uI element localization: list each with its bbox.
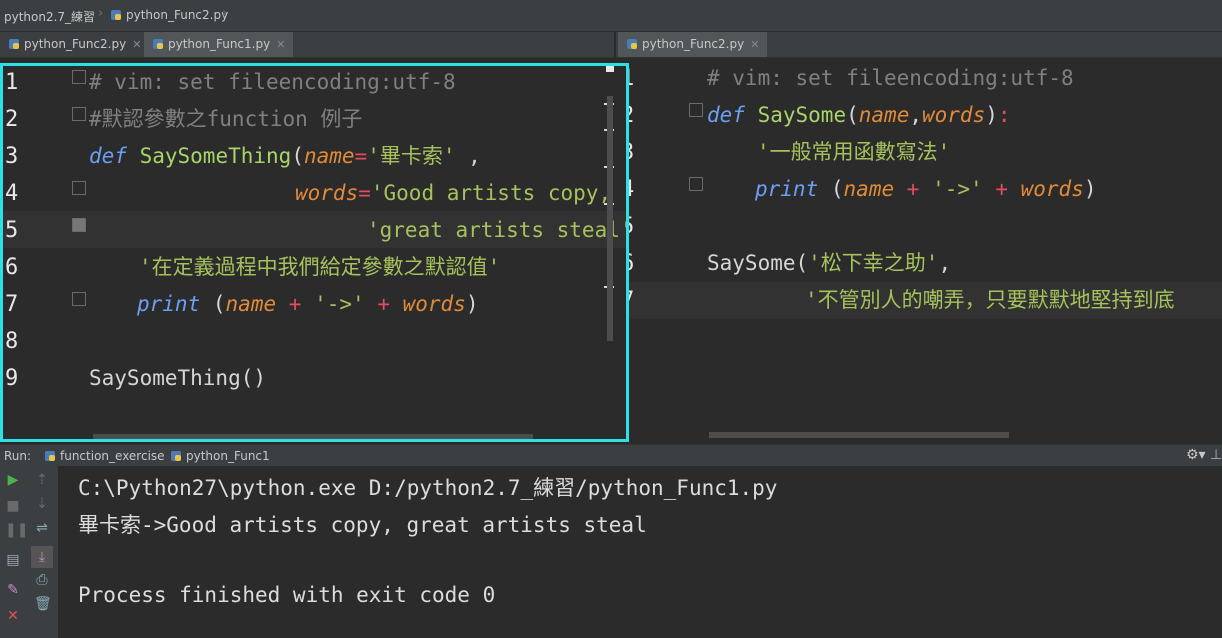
- python-file-icon: [9, 39, 19, 49]
- python-file-icon: [627, 39, 637, 49]
- python-file-icon: [45, 451, 55, 461]
- code-line: SaySomeThing(): [89, 366, 267, 390]
- inspection-indicator[interactable]: [606, 66, 614, 72]
- code-line: words='Good artists copy, ': [295, 181, 629, 205]
- code-line: # vim: set fileencoding:utf-8: [89, 70, 456, 94]
- close-icon[interactable]: ✕: [276, 38, 285, 51]
- line-number: 1: [629, 66, 634, 91]
- pin-icon[interactable]: ✎: [5, 582, 21, 598]
- line-number: 7: [5, 292, 19, 317]
- breadcrumb-file[interactable]: python_Func2.py: [110, 8, 228, 22]
- python-file-icon: [153, 39, 163, 49]
- tab-python-func1[interactable]: python_Func1.py ✕: [144, 32, 294, 57]
- line-number: 3: [629, 140, 634, 165]
- fold-marker-icon[interactable]: [72, 107, 86, 121]
- line-number: 6: [5, 255, 19, 280]
- arrow-down-icon[interactable]: ⇣: [34, 496, 50, 512]
- soft-wrap-icon[interactable]: ⇌: [34, 520, 50, 536]
- line-number: 8: [5, 329, 19, 354]
- horizontal-scrollbar[interactable]: [709, 432, 1009, 438]
- line-number: 7: [629, 288, 634, 313]
- code-line: # vim: set fileencoding:utf-8: [707, 66, 1074, 90]
- console-line: Process finished with exit code 0: [78, 583, 496, 607]
- fold-marker-icon[interactable]: [72, 218, 86, 232]
- tab-python-func2[interactable]: python_Func2.py ✕: [0, 32, 149, 57]
- fold-marker-icon[interactable]: [72, 70, 86, 84]
- python-file-icon: [111, 10, 121, 20]
- close-icon[interactable]: ✕: [5, 608, 21, 624]
- breadcrumb: python2.7_練習 › python_Func2.py ›: [0, 0, 1222, 32]
- minimize-icon[interactable]: ⊥: [1210, 447, 1222, 463]
- line-number: 4: [5, 181, 19, 206]
- right-tab-bar: python_Func2.py ✕: [616, 32, 1222, 58]
- close-icon[interactable]: ✕: [132, 38, 141, 51]
- code-line: '不管別人的嘲弄，只要默默地堅持到底: [805, 288, 1175, 312]
- pause-icon[interactable]: ❚❚: [5, 522, 28, 538]
- line-number: 2: [629, 103, 634, 128]
- layout-icon[interactable]: ▤: [5, 552, 21, 568]
- run-toolbar-left: ▶ ■ ❚❚ ▤ ✎ ✕: [0, 466, 28, 638]
- fold-marker-icon[interactable]: [72, 181, 86, 195]
- line-number: 9: [5, 366, 19, 391]
- run-console[interactable]: C:\Python27\python.exe D:/python2.7_練習/p…: [58, 466, 1222, 638]
- line-number: 5: [5, 218, 19, 243]
- line-number: 6: [629, 251, 634, 276]
- play-icon[interactable]: ▶: [5, 472, 21, 488]
- code-line: def SaySomeThing(name='畢卡索' ,: [89, 144, 481, 168]
- line-number: 4: [629, 177, 634, 202]
- code-line: 'great artists steal': [367, 218, 629, 242]
- breadcrumb-project[interactable]: python2.7_練習: [4, 8, 95, 25]
- run-label: Run:: [4, 449, 32, 463]
- code-line: #默認參數之function 例子: [89, 107, 363, 131]
- fold-marker-icon[interactable]: [72, 292, 86, 306]
- left-tab-bar: python_Func2.py ✕ python_Func1.py ✕: [0, 32, 614, 58]
- python-file-icon: [171, 451, 181, 461]
- close-icon[interactable]: ✕: [750, 38, 759, 51]
- run-tab-python-func1[interactable]: python_Func1: [170, 449, 270, 463]
- run-toolbar: Run: function_exercise python_Func1 ⚙▾ ⊥: [0, 444, 1222, 467]
- vertical-scrollbar[interactable]: [607, 96, 613, 341]
- code-line: '在定義過程中我們給定參數之默認值': [139, 255, 501, 279]
- line-number: 1: [5, 70, 19, 95]
- code-line: print (name + '->' + words): [137, 292, 479, 316]
- line-number: 5: [629, 214, 634, 239]
- left-editor[interactable]: 1 2 3 4 5 6 7 8 9 # vim: set fileencodin…: [0, 63, 629, 442]
- console-line: 畢卡索->Good artists copy, great artists st…: [78, 513, 647, 537]
- line-number: 3: [5, 144, 19, 169]
- code-line: print (name + '->' + words): [755, 177, 1097, 201]
- code-line: '一般常用函數寫法': [757, 140, 951, 164]
- line-number: 2: [5, 107, 19, 132]
- run-toolbar-right: ⇡ ⇣ ⇌ ⤓ ⎙ 🗑: [27, 466, 59, 638]
- trash-icon[interactable]: 🗑: [34, 596, 52, 612]
- scroll-to-end-icon[interactable]: ⤓: [31, 546, 53, 568]
- horizontal-scrollbar[interactable]: [93, 434, 533, 439]
- breadcrumb-separator: ›: [222, 6, 228, 21]
- gear-icon[interactable]: ⚙▾: [1186, 447, 1206, 463]
- breadcrumb-separator: ›: [98, 6, 104, 21]
- code-line: SaySome('松下幸之助',: [707, 251, 952, 275]
- console-line: C:\Python27\python.exe D:/python2.7_練習/p…: [78, 476, 778, 500]
- stop-icon[interactable]: ■: [5, 498, 21, 514]
- fold-marker-icon[interactable]: [689, 177, 703, 191]
- arrow-up-icon[interactable]: ⇡: [34, 472, 50, 488]
- right-editor[interactable]: 1 2 3 4 5 6 7 # vim: set fileencoding:ut…: [629, 58, 1222, 442]
- tab-python-func2-right[interactable]: python_Func2.py ✕: [618, 32, 768, 57]
- code-line: def SaySome(name,words):: [707, 103, 1011, 127]
- print-icon[interactable]: ⎙: [34, 572, 50, 588]
- run-tab-function-exercise[interactable]: function_exercise: [44, 449, 165, 463]
- fold-marker-icon[interactable]: [689, 103, 703, 117]
